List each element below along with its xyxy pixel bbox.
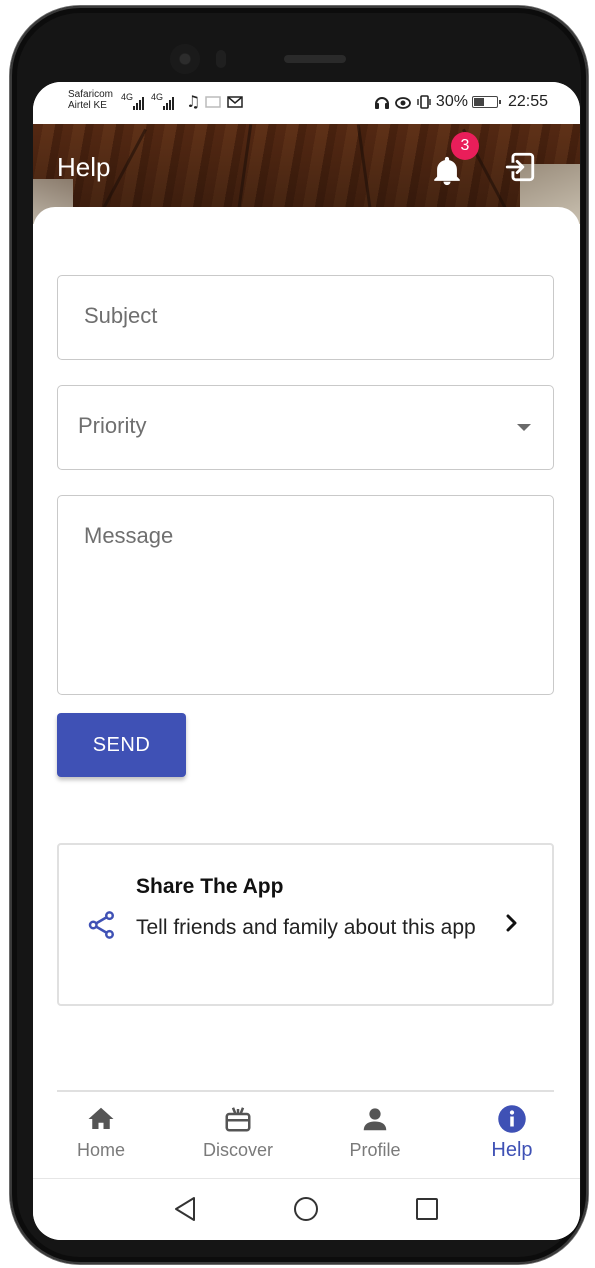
dropdown-caret-icon [517, 424, 531, 431]
logout-icon[interactable] [503, 150, 537, 184]
nav-item-help[interactable]: Help [452, 1094, 572, 1178]
home-icon [88, 1107, 114, 1129]
system-nav-bar [33, 1178, 580, 1240]
help-form-card: Subject Priority Message SEND Share The … [33, 207, 580, 1107]
eye-icon [395, 97, 411, 109]
carrier-1: Safaricom [68, 89, 114, 100]
chevron-right-icon [506, 914, 517, 932]
subject-input[interactable]: Subject [57, 275, 554, 360]
subject-placeholder: Subject [84, 303, 158, 328]
divider [57, 1090, 554, 1092]
notification-badge: 3 [451, 132, 479, 160]
mail-icon [227, 96, 243, 108]
message-textarea[interactable]: Message [57, 495, 554, 695]
status-bar: Safaricom Airtel KE 4G 4G ♫ 30% 22:55 [33, 82, 580, 124]
earpiece-speaker [284, 55, 346, 63]
back-icon[interactable] [170, 1193, 202, 1225]
battery-icon [471, 96, 501, 108]
network-type-1: 4G [121, 92, 134, 102]
cast-icon [205, 96, 221, 108]
nav-label-home: Home [76, 1140, 125, 1160]
bottom-nav: Home Discover Profile Help [33, 1094, 580, 1178]
gift-icon [225, 1107, 251, 1132]
info-icon [498, 1105, 526, 1133]
vibrate-icon [417, 95, 431, 109]
page-title: Help [57, 152, 111, 182]
person-icon [363, 1108, 387, 1131]
sensor [216, 50, 226, 68]
share-icon [88, 911, 114, 939]
headset-icon [374, 97, 389, 109]
app-header: Help 3 [33, 124, 580, 224]
network-type-2: 4G [151, 92, 164, 102]
recents-icon[interactable] [411, 1193, 443, 1225]
priority-placeholder: Priority [78, 413, 147, 438]
nav-label-profile: Profile [349, 1140, 401, 1160]
music-note-icon: ♫ [186, 92, 201, 111]
battery-percent: 30% [435, 93, 468, 110]
message-placeholder: Message [84, 523, 174, 548]
carrier-2: Airtel KE [68, 100, 107, 111]
nav-label-help: Help [491, 1139, 533, 1161]
carrier-labels: Safaricom Airtel KE [68, 89, 113, 111]
nav-item-discover[interactable]: Discover [178, 1094, 298, 1178]
nav-label-discover: Discover [202, 1140, 273, 1160]
share-app-card[interactable]: Share The App Tell friends and family ab… [57, 843, 554, 1006]
status-right: 30% 22:55 [374, 93, 548, 111]
priority-select[interactable]: Priority [57, 385, 554, 470]
send-button[interactable]: SEND [57, 713, 186, 777]
screen: Safaricom Airtel KE 4G 4G ♫ 30% 22:55 He… [33, 82, 580, 1240]
nav-item-profile[interactable]: Profile [315, 1094, 435, 1178]
front-camera [170, 44, 200, 74]
clock: 22:55 [507, 93, 548, 110]
bell-icon[interactable] [430, 154, 464, 188]
share-subtitle: Tell friends and family about this app [136, 916, 476, 939]
nav-item-home[interactable]: Home [41, 1094, 161, 1178]
share-title: Share The App [136, 875, 284, 898]
home-circle-icon[interactable] [290, 1193, 322, 1225]
